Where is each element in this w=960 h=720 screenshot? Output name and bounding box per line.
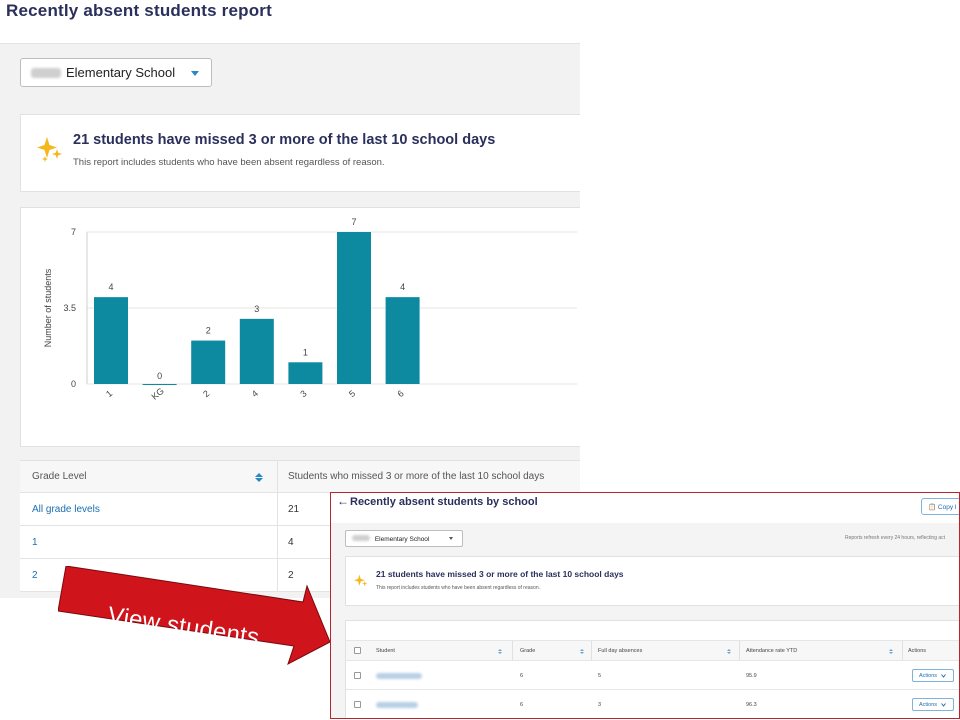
sort-icon[interactable] <box>255 473 263 482</box>
copy-icon: 📋 <box>928 504 938 511</box>
bar-value-label: 0 <box>157 371 162 381</box>
absences-column-header[interactable]: Full day absences <box>598 641 642 660</box>
grade-column-header[interactable]: Grade <box>520 641 535 660</box>
grade-level-column-header[interactable]: Grade Level <box>20 461 278 492</box>
student-attendance-rate: 96.3 <box>746 701 757 708</box>
students-by-school-inset: ← Recently absent students by school 📋 C… <box>330 492 960 719</box>
student-grade: 6 <box>520 672 524 679</box>
table-row: 6 5 95.9 Actions <box>346 662 959 690</box>
y-tick-label: 0 <box>71 379 76 389</box>
inset-school-select-label: Elementary School <box>374 536 430 543</box>
student-grade: 6 <box>520 701 524 708</box>
x-tick-label: KG <box>149 386 165 402</box>
sort-icon[interactable] <box>498 649 502 654</box>
table-row: 6 3 96.3 Actions <box>346 691 959 718</box>
bar <box>288 362 323 384</box>
inset-title: Recently absent students by school <box>350 496 538 508</box>
redacted-school-name <box>31 67 61 78</box>
row-checkbox[interactable] <box>354 701 361 708</box>
x-tick-label: 2 <box>201 388 211 399</box>
redacted-student-name[interactable] <box>376 672 422 679</box>
chevron-down-icon <box>449 537 453 540</box>
row-checkbox[interactable] <box>354 672 361 679</box>
page-title: Recently absent students report <box>6 1 272 20</box>
redacted-student-name[interactable] <box>376 701 418 708</box>
left-arrow-icon[interactable]: ← <box>337 494 349 508</box>
student-count: 4 <box>288 536 294 548</box>
student-column-header[interactable]: Student <box>376 641 395 660</box>
grade-link[interactable]: 2 <box>32 570 38 581</box>
bar-value-label: 3 <box>254 304 259 314</box>
copy-button-label: Copy l <box>937 504 957 511</box>
actions-button-label: Actions <box>919 701 938 708</box>
sort-icon[interactable] <box>580 649 584 654</box>
chevron-down-icon <box>941 673 946 678</box>
chevron-down-icon <box>191 71 199 76</box>
actions-button-label: Actions <box>919 672 938 679</box>
inset-header: ← Recently absent students by school 📋 C… <box>331 493 959 525</box>
grade-level-header-label: Grade Level <box>32 471 87 482</box>
summary-card: 21 students have missed 3 or more of the… <box>20 114 580 192</box>
sort-icon[interactable] <box>889 649 893 654</box>
bar-value-label: 2 <box>206 326 211 336</box>
students-table: Student Grade Full day absences Attendan… <box>345 620 959 718</box>
inset-summary-card: 21 students have missed 3 or more of the… <box>345 556 959 606</box>
absence-bar-chart: 0 3.5 7 Number of students 4 1 0 KG 2 2 3 4 1 3 7 5 4 6 <box>43 217 577 402</box>
select-all-checkbox[interactable] <box>354 647 361 654</box>
inset-body: Elementary School Reports refresh every … <box>331 523 959 718</box>
chevron-down-icon <box>941 702 946 707</box>
bar-value-label: 4 <box>108 282 113 292</box>
actions-button[interactable]: Actions <box>912 698 954 711</box>
y-tick-label: 7 <box>71 227 76 237</box>
sparkle-icon <box>354 574 368 587</box>
y-axis-label: Number of students <box>43 268 53 347</box>
school-select[interactable]: Elementary School <box>20 58 212 87</box>
bar-value-label: 7 <box>351 217 356 227</box>
students-table-header: Student Grade Full day absences Attendan… <box>346 640 959 661</box>
bar <box>191 340 226 384</box>
grade-link[interactable]: All grade levels <box>32 504 100 515</box>
student-absences: 3 <box>598 701 602 708</box>
x-tick-label: 5 <box>347 388 357 399</box>
bar <box>239 318 274 384</box>
student-count: 21 <box>288 503 300 515</box>
x-tick-label: 4 <box>250 388 260 399</box>
student-absences: 5 <box>598 672 602 679</box>
sparkle-icon <box>37 137 62 162</box>
refresh-note: Reports refresh every 24 hours, reflecti… <box>845 535 946 541</box>
bar <box>385 297 420 384</box>
school-select-label: Elementary School <box>66 65 176 80</box>
inset-summary-subtext: This report includes students who have b… <box>376 585 540 591</box>
bar <box>142 384 177 385</box>
summary-headline: 21 students have missed 3 or more of the… <box>73 132 496 148</box>
actions-column-header: Actions <box>908 647 927 654</box>
actions-button[interactable]: Actions <box>912 669 954 682</box>
bar-value-label: 4 <box>400 282 405 292</box>
y-tick-label: 3.5 <box>63 303 76 313</box>
x-tick-label: 3 <box>298 388 308 399</box>
grade-table-header: Grade Level Students who missed 3 or mor… <box>20 461 580 493</box>
inset-summary-headline: 21 students have missed 3 or more of the… <box>376 569 624 579</box>
redacted-school-name <box>352 535 370 541</box>
bar-value-label: 1 <box>303 347 308 357</box>
grade-link[interactable]: 1 <box>32 537 38 548</box>
sort-icon[interactable] <box>727 649 731 654</box>
bar <box>94 297 128 384</box>
student-attendance-rate: 95.9 <box>746 672 757 679</box>
x-tick-label: 1 <box>104 388 114 399</box>
summary-subtext: This report includes students who have b… <box>73 157 385 168</box>
students-missed-column-header: Students who missed 3 or more of the las… <box>288 471 545 482</box>
absence-chart-card: 0 3.5 7 Number of students 4 1 0 KG 2 2 3 4 1 3 7 5 4 6 <box>20 207 580 447</box>
copy-button[interactable]: 📋 Copy l <box>921 498 959 515</box>
bar <box>337 232 371 384</box>
attendance-column-header[interactable]: Attendance rate YTD <box>746 641 797 660</box>
inset-school-select[interactable]: Elementary School <box>345 530 463 547</box>
x-tick-label: 6 <box>396 388 406 399</box>
